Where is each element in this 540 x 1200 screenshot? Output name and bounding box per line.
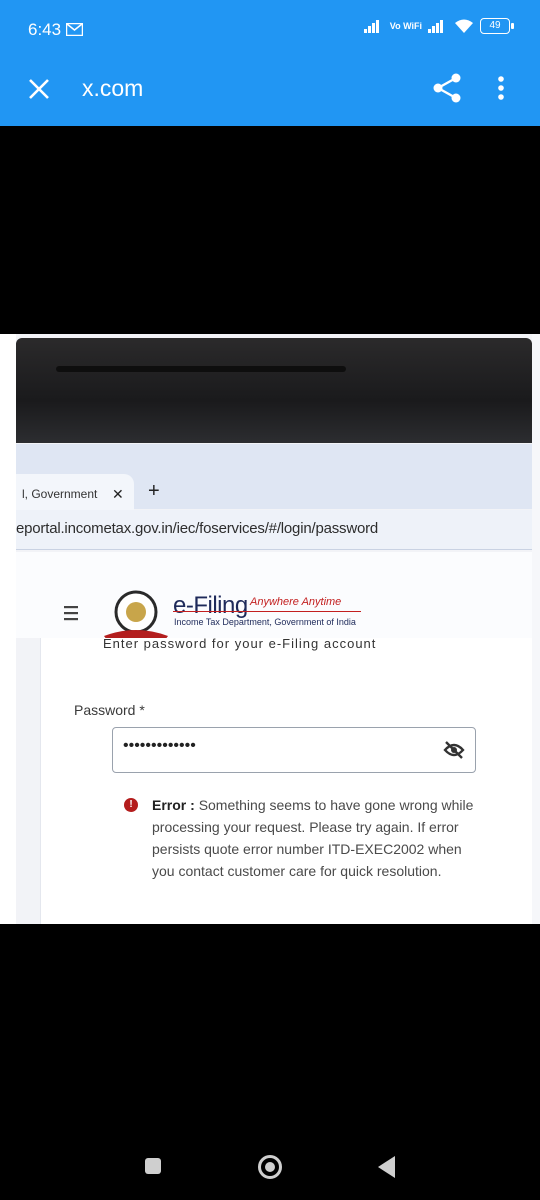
battery-icon: 49 xyxy=(480,18,514,34)
signal-icon xyxy=(363,20,379,33)
eye-slash-icon xyxy=(443,741,465,759)
home-button[interactable] xyxy=(258,1155,282,1179)
error-icon: ! xyxy=(124,798,138,812)
brand-tagline: Anywhere Anytime xyxy=(250,596,342,608)
efiling-header: e-Filing Anywhere Anytime Income Tax Dep… xyxy=(16,552,532,644)
share-icon[interactable] xyxy=(432,72,462,104)
page-title: x.com xyxy=(82,75,144,101)
photo-margin-right xyxy=(532,334,540,924)
wifi-icon xyxy=(455,19,473,33)
brand-underline xyxy=(173,611,361,612)
tab-close-icon: ✕ xyxy=(112,486,124,502)
error-text: Something seems to have gone wrong while… xyxy=(152,797,474,879)
app-bar: x.com xyxy=(0,62,540,126)
gmail-icon xyxy=(66,23,83,36)
hamburger-icon xyxy=(64,606,78,621)
status-time: 6:43 xyxy=(28,20,62,39)
system-navbar xyxy=(0,1140,540,1196)
bezel-edge xyxy=(56,366,346,372)
status-bar: 6:43 Vo WiFi 49 xyxy=(0,0,540,62)
status-icons: Vo WiFi 49 xyxy=(363,18,514,34)
partial-heading: Enter password for your e-Filing account xyxy=(103,636,377,651)
browser-urlbar: eportal.incometax.gov.in/iec/foservices/… xyxy=(16,510,532,550)
department-name: Income Tax Department, Government of Ind… xyxy=(174,617,356,627)
back-button[interactable] xyxy=(378,1156,395,1178)
error-message: ! Error : Something seems to have gone w… xyxy=(124,794,484,882)
photo-margin xyxy=(0,334,16,924)
password-field: ••••••••••••• xyxy=(112,727,476,773)
browser-tabstrip: l, Government ✕ + xyxy=(16,444,532,510)
signal-icon-2 xyxy=(428,20,443,33)
url-text: eportal.incometax.gov.in/iec/foservices/… xyxy=(16,520,379,537)
brand-name: e-Filing xyxy=(173,592,248,619)
vowifi-label: Vo WiFi xyxy=(389,20,422,31)
close-icon[interactable] xyxy=(26,76,52,102)
password-label: Password * xyxy=(74,702,145,718)
recents-button[interactable] xyxy=(145,1158,161,1174)
screenshot-photo: l, Government ✕ + eportal.incometax.gov.… xyxy=(0,334,540,924)
error-label: Error : xyxy=(152,797,195,813)
password-value: ••••••••••••• xyxy=(123,737,196,754)
new-tab-icon: + xyxy=(148,480,160,502)
tab-label: l, Government xyxy=(22,487,98,501)
laptop-bezel xyxy=(16,338,532,443)
more-options-icon[interactable] xyxy=(490,72,512,104)
browser-tab: l, Government ✕ xyxy=(16,474,134,510)
